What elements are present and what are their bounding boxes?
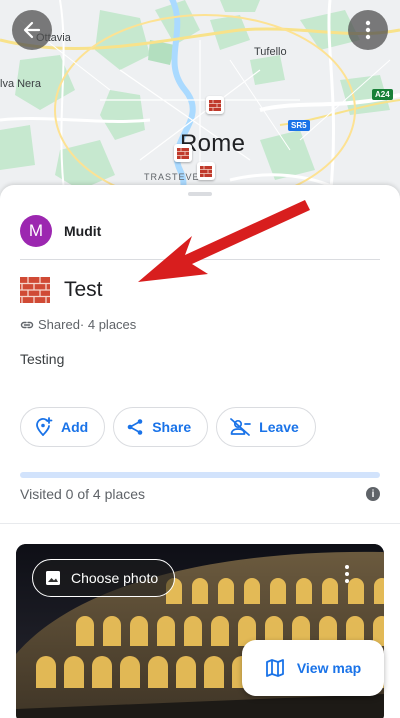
map-place-pin[interactable] [174,144,192,162]
more-vert-icon [365,20,371,40]
map-label-tufello: Tufello [254,46,287,58]
divider [20,259,380,260]
colosseum-arch [36,656,56,688]
more-vert-icon[interactable] [344,564,350,584]
places-count: · 4 places [79,317,137,332]
drag-handle[interactable] [188,192,212,196]
share-button[interactable]: Share [113,407,209,447]
road-shield-sr5: SR5 [288,120,310,131]
colosseum-arch [64,656,84,688]
more-options-button[interactable] [348,10,388,50]
view-map-label: View map [296,660,362,676]
map-view[interactable]: Ottavia Tufello lva Nera Rome TRASTEVERE… [0,0,400,200]
colosseum-arch [204,656,224,688]
colosseum-arch [244,578,260,604]
back-button[interactable] [12,10,52,50]
action-chips: Add Share Leave [20,407,316,447]
image-icon [46,571,60,585]
colosseum-arch [270,578,286,604]
colosseum-arch [192,578,208,604]
share-icon [127,419,143,435]
colosseum-arch [76,616,94,646]
add-location-icon [36,417,53,436]
visited-count: Visited 0 of 4 places [20,486,146,502]
colosseum-arch [374,578,384,604]
brick-icon [209,99,221,111]
share-label: Share [152,419,192,435]
visited-progress-bar [20,472,380,478]
colosseum-arch [218,578,234,604]
map-place-pin[interactable] [206,96,224,114]
list-details-sheet: M Mudit Test Shared · 4 places Testing A… [0,185,400,718]
colosseum-arch [92,656,112,688]
avatar: M [20,215,52,247]
choose-photo-button[interactable]: Choose photo [32,559,176,597]
colosseum-arch [157,616,175,646]
colosseum-arch [184,616,202,646]
arrow-back-icon [23,21,41,39]
colosseum-arch [148,656,168,688]
list-meta: Shared · 4 places [20,317,136,332]
list-description: Testing [20,351,65,367]
link-icon [20,321,34,328]
colosseum-arch [211,616,229,646]
colosseum-arch [296,578,312,604]
colosseum-arch [130,616,148,646]
colosseum-arch [176,656,196,688]
leave-button[interactable]: Leave [216,407,316,447]
add-button[interactable]: Add [20,407,106,447]
colosseum-arch [322,578,338,604]
owner-name: Mudit [64,223,102,239]
brick-icon [200,165,212,177]
choose-photo-label: Choose photo [71,570,159,586]
leave-label: Leave [259,419,299,435]
list-title: Test [64,278,103,301]
brick-emoji-icon [20,277,50,303]
road-shield-a24: A24 [372,89,393,100]
owner-row[interactable]: M Mudit [20,215,101,247]
info-icon[interactable]: i [366,487,380,501]
visited-row: Visited 0 of 4 places i [20,486,380,502]
map-place-pin[interactable] [197,162,215,180]
view-map-button[interactable]: View map [242,640,384,696]
add-label: Add [61,419,89,435]
person-remove-icon [230,418,251,436]
colosseum-arch [103,616,121,646]
map-label-valle-nera: lva Nera [0,78,41,90]
divider [0,523,400,524]
list-title-row: Test [20,277,103,303]
brick-icon [177,147,189,159]
shared-label: Shared [38,317,80,332]
colosseum-arch [348,578,364,604]
colosseum-arch [120,656,140,688]
map-icon [265,659,284,677]
